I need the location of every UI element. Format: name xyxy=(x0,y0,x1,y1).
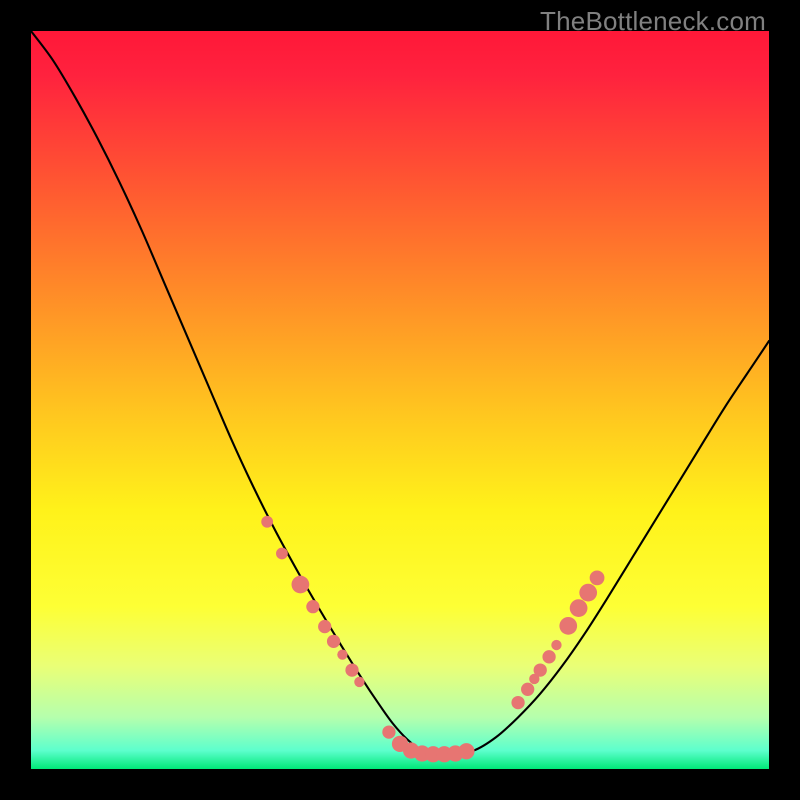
data-marker xyxy=(261,516,273,528)
chart-background xyxy=(31,31,769,769)
data-marker xyxy=(551,640,561,650)
data-marker xyxy=(570,599,588,617)
data-marker xyxy=(345,663,358,676)
data-marker xyxy=(327,635,340,648)
data-marker xyxy=(292,576,310,594)
data-marker xyxy=(318,620,331,633)
bottleneck-chart xyxy=(31,31,769,769)
data-marker xyxy=(579,584,597,602)
data-marker xyxy=(337,649,347,659)
data-marker xyxy=(276,548,288,560)
data-marker xyxy=(306,600,319,613)
data-marker xyxy=(521,683,534,696)
data-marker xyxy=(354,677,364,687)
data-marker xyxy=(534,663,547,676)
data-marker xyxy=(590,570,605,585)
data-marker xyxy=(511,696,524,709)
data-marker xyxy=(559,617,577,635)
data-marker xyxy=(382,725,395,738)
watermark-text: TheBottleneck.com xyxy=(540,6,766,37)
chart-frame: TheBottleneck.com xyxy=(0,0,800,800)
data-marker xyxy=(542,650,555,663)
data-marker xyxy=(458,743,474,759)
